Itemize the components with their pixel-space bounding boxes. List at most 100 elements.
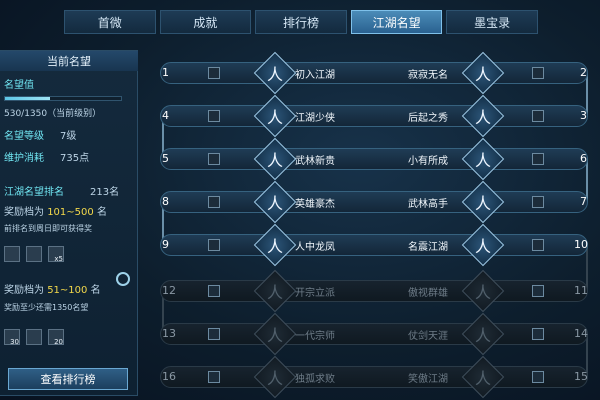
hero-figure-icon: 人: [266, 283, 283, 302]
rank-number: 14: [574, 327, 588, 340]
hero-figure-icon: 人: [474, 65, 491, 84]
title-label: 英雄豪杰: [295, 199, 335, 210]
title-label: 江湖少侠: [295, 113, 335, 124]
tab-jianghu-fame[interactable]: 江湖名望: [350, 10, 443, 34]
rank-badge-icon: [208, 110, 220, 122]
rank-number: 13: [162, 327, 176, 340]
tier1-label: 奖励档为: [4, 207, 44, 218]
fame-progress-fill: [5, 97, 51, 100]
tier2-note: 奖励至少还需1350名望: [4, 303, 89, 312]
rank-badge-icon: [208, 239, 220, 251]
ladder-rung: [160, 323, 588, 345]
tab-calligraphy[interactable]: 墨宝录: [446, 10, 538, 34]
hero-figure-icon: 人: [266, 369, 283, 388]
tier1-range: 101~500: [47, 207, 94, 218]
rank-number: 9: [162, 238, 169, 251]
title-label: 开宗立派: [295, 288, 335, 299]
gear-icon[interactable]: [116, 272, 130, 286]
title-label: 后起之秀: [408, 113, 448, 124]
title-label: 武林高手: [408, 199, 448, 210]
tier2-suffix: 名: [90, 285, 101, 296]
fame-panel: 当前名望 名望值 530/1350（当前级别） 名望等级 7级 维护消耗 735…: [0, 50, 138, 396]
upkeep-value: 735点: [60, 153, 90, 164]
rank-badge-icon: [208, 328, 220, 340]
title-label: 寂寂无名: [408, 70, 448, 81]
rank-badge-icon: [532, 110, 544, 122]
rank-badge-icon: [532, 153, 544, 165]
rank-value: 213名: [90, 187, 120, 198]
rank-number: 8: [162, 195, 169, 208]
tier2-range: 51~100: [47, 285, 88, 296]
title-label: 笑傲江湖: [408, 374, 448, 385]
hero-figure-icon: 人: [266, 194, 283, 213]
rank-badge-icon: [208, 371, 220, 383]
rank-number: 4: [162, 109, 169, 122]
title-label: 一代宗师: [295, 331, 335, 342]
tier2-label: 奖励档为: [4, 285, 44, 296]
title-label: 小有所成: [408, 156, 448, 167]
hero-figure-icon: 人: [474, 326, 491, 345]
ladder-rung: [160, 148, 588, 170]
rank-badge-icon: [532, 67, 544, 79]
tier1-note: 前排名到周日即可获得奖: [4, 224, 92, 233]
level-value: 7级: [60, 131, 77, 142]
rank-badge-icon: [532, 239, 544, 251]
title-label: 独孤求败: [295, 374, 335, 385]
reward-chest-icon[interactable]: [4, 246, 20, 262]
tier1-rewards: x5: [4, 246, 64, 263]
rank-number: 7: [580, 195, 587, 208]
level-label: 名望等级: [4, 131, 44, 142]
rank-number: 3: [580, 109, 587, 122]
hero-figure-icon: 人: [266, 65, 283, 84]
fame-progress-bar: [4, 96, 122, 101]
tier1-line: 奖励档为 101~500 名: [4, 203, 107, 218]
view-leaderboard-button[interactable]: 查看排行榜: [8, 368, 128, 390]
hero-figure-icon: 人: [474, 108, 491, 127]
hero-figure-icon: 人: [474, 194, 491, 213]
rank-number: 12: [162, 284, 176, 297]
upkeep-label: 维护消耗: [4, 153, 44, 164]
ladder-rung: [160, 191, 588, 213]
ladder-rung: [160, 62, 588, 84]
hero-figure-icon: 人: [266, 108, 283, 127]
hero-figure-icon: 人: [474, 237, 491, 256]
reward-chest-icon[interactable]: [26, 246, 42, 262]
reward-chest-icon[interactable]: 30: [4, 329, 20, 346]
reward-chest-icon[interactable]: [26, 329, 42, 345]
ladder-rung: [160, 366, 588, 388]
rank-badge-icon: [532, 285, 544, 297]
tier2-rewards: 30 20: [4, 329, 64, 346]
rank-badge-icon: [208, 285, 220, 297]
ladder-rung: [160, 280, 588, 302]
reward-chest-icon[interactable]: x5: [48, 246, 64, 263]
rank-badge-icon: [208, 196, 220, 208]
hero-figure-icon: 人: [474, 151, 491, 170]
tab-bar: 首微 成就 排行榜 江湖名望 墨宝录: [62, 10, 540, 36]
panel-title: 当前名望: [0, 51, 138, 71]
tab-achievements[interactable]: 成就: [159, 10, 252, 34]
rank-badge-icon: [208, 67, 220, 79]
rank-number: 2: [580, 66, 587, 79]
rank-badge-icon: [532, 196, 544, 208]
fame-ladder: 1 2 人初入江湖人寂寂无名 4 3 人江湖少侠人后起之秀 5 6 人武林新贵人小有所成 8 7 人英…: [150, 48, 600, 400]
title-label: 名震江湖: [408, 242, 448, 253]
rank-number: 10: [574, 238, 588, 251]
title-label: 武林新贵: [295, 156, 335, 167]
hero-figure-icon: 人: [266, 151, 283, 170]
title-label: 仗剑天涯: [408, 331, 448, 342]
reward-chest-icon[interactable]: 20: [48, 329, 64, 346]
rank-number: 16: [162, 370, 176, 383]
fame-value: 530/1350（当前级别）: [4, 109, 102, 119]
tab-homepage[interactable]: 首微: [64, 10, 156, 34]
ladder-rung: [160, 234, 588, 256]
rank-number: 6: [580, 152, 587, 165]
hero-figure-icon: 人: [266, 237, 283, 256]
tier1-suffix: 名: [96, 207, 107, 218]
hero-figure-icon: 人: [474, 283, 491, 302]
rank-number: 11: [574, 284, 588, 297]
tier2-line: 奖励档为 51~100 名: [4, 281, 101, 296]
tab-leaderboard[interactable]: 排行榜: [255, 10, 347, 34]
rank-badge-icon: [532, 328, 544, 340]
ladder-rung: [160, 105, 588, 127]
title-label: 人中龙凤: [295, 242, 335, 253]
